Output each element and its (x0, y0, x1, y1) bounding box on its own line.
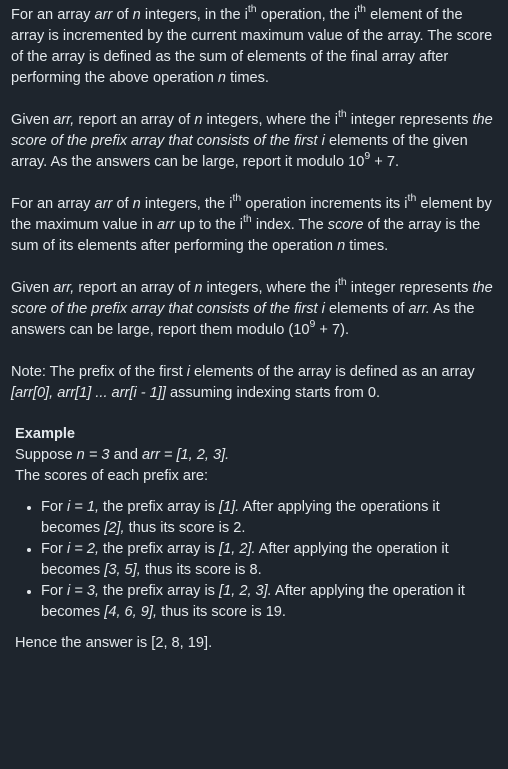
paragraph-note: Note: The prefix of the first i elements… (11, 364, 475, 401)
paragraph-task-2: Given arr, report an array of n integers… (11, 276, 493, 338)
paragraph-task-1: Given arr, report an array of n integers… (11, 108, 493, 170)
example-prefix-list: For i = 1, the prefix array is [1]. Afte… (15, 497, 498, 623)
example-scores-intro: The scores of each prefix are: (15, 468, 209, 484)
problem-statement: For an array arr of n integers, in the i… (0, 0, 508, 654)
list-item: For i = 1, the prefix array is [1]. Afte… (41, 497, 498, 539)
example-input: Suppose n = 3 and arr = [1, 2, 3]. (15, 447, 230, 463)
example-answer: Hence the answer is [2, 8, 19]. (15, 635, 213, 651)
example-heading: Example (15, 426, 76, 442)
example-section: Example Suppose n = 3 and arr = [1, 2, 3… (15, 424, 498, 654)
paragraph-definition-2: For an array arr of n integers, the ith … (11, 192, 492, 254)
list-item: For i = 2, the prefix array is [1, 2]. A… (41, 539, 498, 581)
list-item: For i = 3, the prefix array is [1, 2, 3]… (41, 581, 498, 623)
paragraph-definition-1: For an array arr of n integers, in the i… (11, 3, 493, 86)
